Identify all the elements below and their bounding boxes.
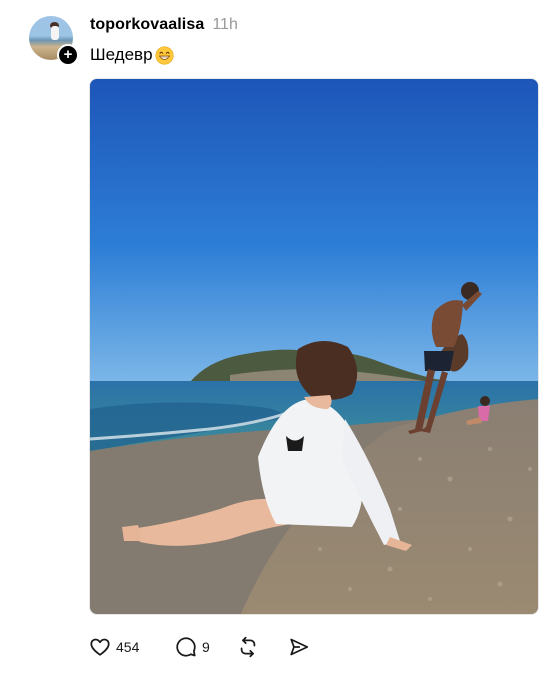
grinning-face-emoji-icon bbox=[155, 45, 174, 65]
share-button[interactable] bbox=[288, 636, 310, 658]
avatar-figure bbox=[51, 26, 59, 40]
username-link[interactable]: toporkovaalisa bbox=[90, 16, 204, 34]
heart-icon bbox=[90, 638, 110, 656]
post-time[interactable]: 11h bbox=[212, 16, 238, 34]
follow-button[interactable]: + bbox=[57, 44, 79, 66]
beach-photo-image bbox=[90, 79, 538, 614]
post-header: toporkovaalisa 11h bbox=[90, 16, 238, 38]
caption-text: Шедевр bbox=[90, 45, 153, 64]
comment-icon bbox=[176, 637, 196, 657]
like-button[interactable]: 454 bbox=[89, 636, 175, 658]
avatar[interactable]: + bbox=[29, 16, 79, 66]
repost-icon bbox=[240, 636, 256, 658]
send-icon bbox=[290, 638, 309, 656]
post-caption: Шедевр bbox=[90, 45, 174, 65]
like-count: 454 bbox=[116, 639, 140, 655]
reply-button[interactable]: 9 bbox=[175, 636, 237, 658]
reply-count: 9 bbox=[202, 639, 210, 655]
post-photo[interactable] bbox=[89, 78, 539, 615]
repost-button[interactable] bbox=[237, 636, 288, 658]
post-actions: 454 9 bbox=[89, 634, 310, 660]
